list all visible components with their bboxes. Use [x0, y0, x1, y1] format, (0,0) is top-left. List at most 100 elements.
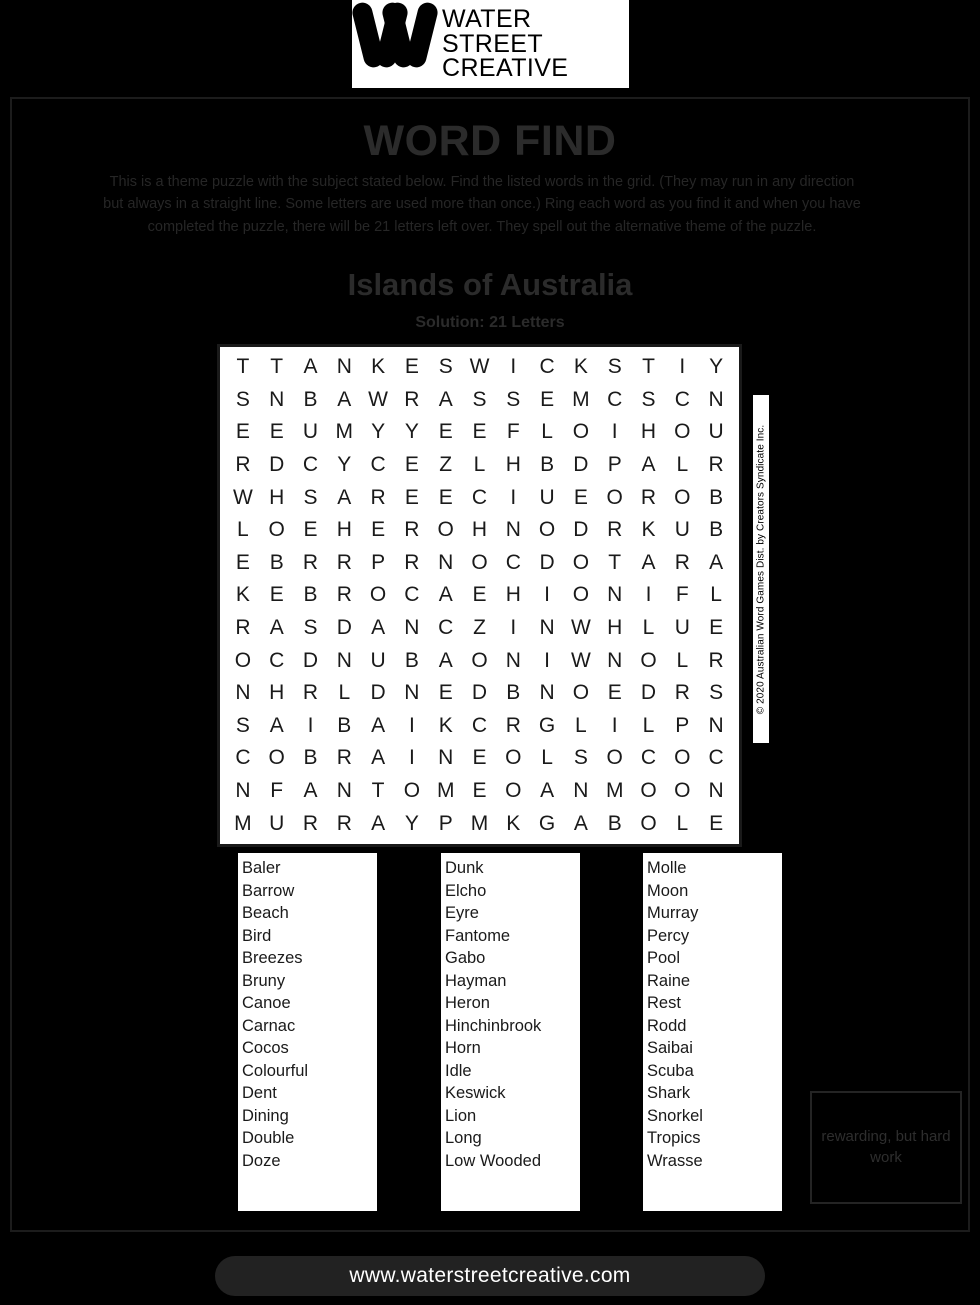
- grid-cell[interactable]: C: [463, 710, 497, 743]
- grid-cell[interactable]: U: [294, 416, 328, 449]
- grid-cell[interactable]: O: [665, 481, 699, 514]
- grid-cell[interactable]: R: [361, 481, 395, 514]
- grid-cell[interactable]: Y: [361, 416, 395, 449]
- grid-cell[interactable]: Z: [429, 449, 463, 482]
- word-list-item[interactable]: Wrasse: [647, 1150, 782, 1173]
- word-list-column-1[interactable]: Baler Barrow Beach Bird Breezes Bruny Canoe Car…: [237, 852, 378, 1212]
- grid-cell[interactable]: O: [395, 775, 429, 808]
- grid-cell[interactable]: T: [260, 351, 294, 384]
- grid-cell[interactable]: E: [260, 416, 294, 449]
- grid-cell[interactable]: H: [496, 579, 530, 612]
- grid-cell[interactable]: B: [496, 677, 530, 710]
- grid-cell[interactable]: L: [665, 644, 699, 677]
- grid-cell[interactable]: U: [530, 481, 564, 514]
- grid-cell[interactable]: A: [429, 384, 463, 417]
- grid-cell[interactable]: E: [699, 807, 733, 840]
- grid-cell[interactable]: N: [226, 677, 260, 710]
- grid-cell[interactable]: E: [294, 514, 328, 547]
- grid-cell[interactable]: C: [632, 742, 666, 775]
- grid-cell[interactable]: G: [530, 710, 564, 743]
- grid-cell[interactable]: C: [530, 351, 564, 384]
- word-list-item[interactable]: Fantome: [445, 925, 580, 948]
- word-list-item[interactable]: Percy: [647, 925, 782, 948]
- grid-cell[interactable]: P: [665, 710, 699, 743]
- word-list-item[interactable]: Pool: [647, 947, 782, 970]
- grid-cell[interactable]: S: [699, 677, 733, 710]
- grid-cell[interactable]: K: [564, 351, 598, 384]
- grid-cell[interactable]: C: [260, 644, 294, 677]
- grid-cell[interactable]: S: [564, 742, 598, 775]
- grid-cell[interactable]: E: [395, 481, 429, 514]
- word-list-item[interactable]: Dunk: [445, 857, 580, 880]
- word-list-item[interactable]: Hinchinbrook: [445, 1015, 580, 1038]
- grid-cell[interactable]: R: [496, 710, 530, 743]
- grid-cell[interactable]: E: [361, 514, 395, 547]
- word-list-item[interactable]: Bird: [242, 925, 377, 948]
- grid-cell[interactable]: H: [260, 677, 294, 710]
- grid-cell[interactable]: D: [260, 449, 294, 482]
- word-list-column-3[interactable]: Molle Moon Murray Percy Pool Raine Rest Rodd Sai…: [642, 852, 783, 1212]
- word-list-item[interactable]: Long: [445, 1127, 580, 1150]
- grid-cell[interactable]: R: [226, 612, 260, 645]
- grid-cell[interactable]: C: [395, 579, 429, 612]
- grid-cell[interactable]: M: [463, 807, 497, 840]
- word-list-item[interactable]: Bruny: [242, 970, 377, 993]
- word-list-item[interactable]: Double: [242, 1127, 377, 1150]
- grid-cell[interactable]: R: [294, 677, 328, 710]
- grid-cell[interactable]: E: [463, 416, 497, 449]
- grid-cell[interactable]: O: [665, 742, 699, 775]
- grid-cell[interactable]: A: [699, 547, 733, 580]
- grid-cell[interactable]: D: [327, 612, 361, 645]
- grid-cell[interactable]: E: [530, 384, 564, 417]
- grid-cell[interactable]: E: [226, 416, 260, 449]
- word-list-item[interactable]: Canoe: [242, 992, 377, 1015]
- grid-cell[interactable]: B: [294, 579, 328, 612]
- grid-cell[interactable]: S: [496, 384, 530, 417]
- grid-cell[interactable]: R: [294, 807, 328, 840]
- grid-cell[interactable]: N: [598, 579, 632, 612]
- word-list-item[interactable]: Shark: [647, 1082, 782, 1105]
- grid-cell[interactable]: L: [327, 677, 361, 710]
- word-list-item[interactable]: Molle: [647, 857, 782, 880]
- letter-grid[interactable]: TTANKESWICKSTIYSNBAWRASSEMCSCNEEUMYYEEFL…: [226, 351, 733, 840]
- grid-cell[interactable]: N: [327, 351, 361, 384]
- word-list-item[interactable]: Colourful: [242, 1060, 377, 1083]
- grid-cell[interactable]: N: [530, 677, 564, 710]
- grid-cell[interactable]: D: [294, 644, 328, 677]
- word-list-item[interactable]: Cocos: [242, 1037, 377, 1060]
- grid-cell[interactable]: U: [260, 807, 294, 840]
- grid-cell[interactable]: S: [226, 710, 260, 743]
- grid-cell[interactable]: Y: [699, 351, 733, 384]
- grid-cell[interactable]: N: [564, 775, 598, 808]
- grid-cell[interactable]: O: [530, 514, 564, 547]
- grid-cell[interactable]: M: [429, 775, 463, 808]
- grid-cell[interactable]: O: [665, 416, 699, 449]
- grid-cell[interactable]: A: [632, 449, 666, 482]
- grid-cell[interactable]: O: [260, 514, 294, 547]
- grid-cell[interactable]: A: [361, 612, 395, 645]
- word-list-item[interactable]: Saibai: [647, 1037, 782, 1060]
- grid-cell[interactable]: N: [598, 644, 632, 677]
- grid-cell[interactable]: A: [429, 644, 463, 677]
- grid-cell[interactable]: M: [564, 384, 598, 417]
- grid-cell[interactable]: M: [226, 807, 260, 840]
- grid-cell[interactable]: E: [598, 677, 632, 710]
- grid-cell[interactable]: D: [530, 547, 564, 580]
- website-footer-pill[interactable]: www.waterstreetcreative.com: [215, 1256, 765, 1296]
- grid-cell[interactable]: R: [665, 547, 699, 580]
- grid-cell[interactable]: K: [496, 807, 530, 840]
- grid-cell[interactable]: N: [699, 384, 733, 417]
- word-list-item[interactable]: Breezes: [242, 947, 377, 970]
- grid-cell[interactable]: O: [632, 807, 666, 840]
- grid-cell[interactable]: R: [226, 449, 260, 482]
- grid-cell[interactable]: Y: [327, 449, 361, 482]
- grid-cell[interactable]: R: [632, 481, 666, 514]
- word-list-item[interactable]: Beach: [242, 902, 377, 925]
- grid-cell[interactable]: A: [361, 742, 395, 775]
- word-list-item[interactable]: Tropics: [647, 1127, 782, 1150]
- grid-cell[interactable]: I: [665, 351, 699, 384]
- grid-cell[interactable]: A: [260, 612, 294, 645]
- grid-cell[interactable]: A: [327, 384, 361, 417]
- grid-cell[interactable]: R: [598, 514, 632, 547]
- word-list-item[interactable]: Lion: [445, 1105, 580, 1128]
